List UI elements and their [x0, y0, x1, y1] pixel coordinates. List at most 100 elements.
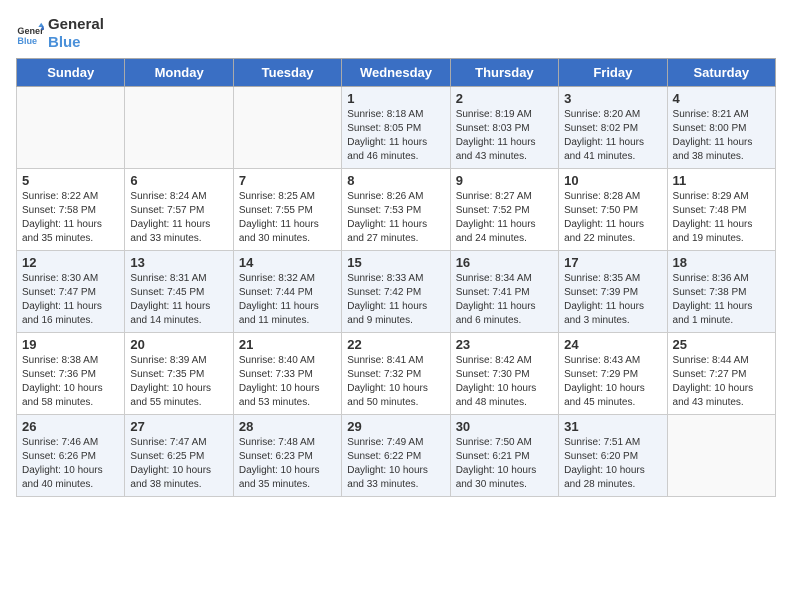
calendar-cell: 13 Sunrise: 8:31 AM Sunset: 7:45 PM Dayli…: [125, 251, 233, 333]
day-info: Sunrise: 8:31 AM Sunset: 7:45 PM Dayligh…: [130, 272, 227, 328]
day-number: 14: [239, 255, 336, 270]
calendar-cell: 23 Sunrise: 8:42 AM Sunset: 7:30 PM Dayli…: [450, 333, 558, 415]
day-number: 25: [673, 337, 770, 352]
day-number: 13: [130, 255, 227, 270]
day-info: Sunrise: 8:21 AM Sunset: 8:00 PM Dayligh…: [673, 108, 770, 164]
calendar-cell: 26 Sunrise: 7:46 AM Sunset: 6:26 PM Dayli…: [17, 415, 125, 497]
day-header-sunday: Sunday: [17, 59, 125, 87]
day-number: 10: [564, 173, 661, 188]
calendar-cell: [667, 415, 775, 497]
day-number: 27: [130, 419, 227, 434]
calendar-cell: 4 Sunrise: 8:21 AM Sunset: 8:00 PM Daylig…: [667, 87, 775, 169]
day-info: Sunrise: 8:22 AM Sunset: 7:58 PM Dayligh…: [22, 190, 119, 246]
day-number: 7: [239, 173, 336, 188]
logo-general: General: [48, 16, 104, 34]
calendar-cell: [125, 87, 233, 169]
day-info: Sunrise: 8:43 AM Sunset: 7:29 PM Dayligh…: [564, 354, 661, 410]
day-number: 4: [673, 91, 770, 106]
day-number: 8: [347, 173, 444, 188]
day-info: Sunrise: 8:18 AM Sunset: 8:05 PM Dayligh…: [347, 108, 444, 164]
day-info: Sunrise: 8:44 AM Sunset: 7:27 PM Dayligh…: [673, 354, 770, 410]
day-number: 2: [456, 91, 553, 106]
day-info: Sunrise: 7:46 AM Sunset: 6:26 PM Dayligh…: [22, 436, 119, 492]
calendar-cell: [17, 87, 125, 169]
calendar-cell: 16 Sunrise: 8:34 AM Sunset: 7:41 PM Dayli…: [450, 251, 558, 333]
day-number: 19: [22, 337, 119, 352]
day-number: 9: [456, 173, 553, 188]
day-info: Sunrise: 8:30 AM Sunset: 7:47 PM Dayligh…: [22, 272, 119, 328]
calendar-cell: 31 Sunrise: 7:51 AM Sunset: 6:20 PM Dayli…: [559, 415, 667, 497]
calendar-cell: 1 Sunrise: 8:18 AM Sunset: 8:05 PM Daylig…: [342, 87, 450, 169]
day-header-wednesday: Wednesday: [342, 59, 450, 87]
day-number: 26: [22, 419, 119, 434]
calendar-cell: 3Sunrise: 8:20 AM Sunset: 8:02 PM Daylig…: [559, 87, 667, 169]
calendar-cell: 27 Sunrise: 7:47 AM Sunset: 6:25 PM Dayli…: [125, 415, 233, 497]
calendar-cell: 14 Sunrise: 8:32 AM Sunset: 7:44 PM Dayli…: [233, 251, 341, 333]
day-number: 28: [239, 419, 336, 434]
day-number: 21: [239, 337, 336, 352]
calendar-table: SundayMondayTuesdayWednesdayThursdayFrid…: [16, 58, 776, 497]
calendar-week-row: 1 Sunrise: 8:18 AM Sunset: 8:05 PM Daylig…: [17, 87, 776, 169]
calendar-cell: 18Sunrise: 8:36 AM Sunset: 7:38 PM Dayli…: [667, 251, 775, 333]
day-info: Sunrise: 8:35 AM Sunset: 7:39 PM Dayligh…: [564, 272, 661, 328]
calendar-header-row: SundayMondayTuesdayWednesdayThursdayFrid…: [17, 59, 776, 87]
day-info: Sunrise: 7:50 AM Sunset: 6:21 PM Dayligh…: [456, 436, 553, 492]
svg-text:General: General: [17, 26, 44, 36]
day-info: Sunrise: 8:19 AM Sunset: 8:03 PM Dayligh…: [456, 108, 553, 164]
day-info: Sunrise: 8:26 AM Sunset: 7:53 PM Dayligh…: [347, 190, 444, 246]
day-info: Sunrise: 8:28 AM Sunset: 7:50 PM Dayligh…: [564, 190, 661, 246]
day-number: 16: [456, 255, 553, 270]
calendar-week-row: 19 Sunrise: 8:38 AM Sunset: 7:36 PM Dayli…: [17, 333, 776, 415]
day-number: 1: [347, 91, 444, 106]
day-info: Sunrise: 8:27 AM Sunset: 7:52 PM Dayligh…: [456, 190, 553, 246]
day-header-saturday: Saturday: [667, 59, 775, 87]
calendar-cell: 6Sunrise: 8:24 AM Sunset: 7:57 PM Daylig…: [125, 169, 233, 251]
day-header-thursday: Thursday: [450, 59, 558, 87]
day-info: Sunrise: 7:47 AM Sunset: 6:25 PM Dayligh…: [130, 436, 227, 492]
calendar-cell: 25 Sunrise: 8:44 AM Sunset: 7:27 PM Dayli…: [667, 333, 775, 415]
day-header-monday: Monday: [125, 59, 233, 87]
calendar-cell: 7Sunrise: 8:25 AM Sunset: 7:55 PM Daylig…: [233, 169, 341, 251]
day-info: Sunrise: 8:40 AM Sunset: 7:33 PM Dayligh…: [239, 354, 336, 410]
day-info: Sunrise: 8:38 AM Sunset: 7:36 PM Dayligh…: [22, 354, 119, 410]
calendar-cell: 19 Sunrise: 8:38 AM Sunset: 7:36 PM Dayli…: [17, 333, 125, 415]
calendar-cell: 8 Sunrise: 8:26 AM Sunset: 7:53 PM Daylig…: [342, 169, 450, 251]
calendar-cell: 21 Sunrise: 8:40 AM Sunset: 7:33 PM Dayli…: [233, 333, 341, 415]
calendar-week-row: 12Sunrise: 8:30 AM Sunset: 7:47 PM Dayli…: [17, 251, 776, 333]
calendar-week-row: 5 Sunrise: 8:22 AM Sunset: 7:58 PM Daylig…: [17, 169, 776, 251]
logo-blue: Blue: [48, 34, 104, 52]
day-number: 29: [347, 419, 444, 434]
day-number: 22: [347, 337, 444, 352]
day-number: 31: [564, 419, 661, 434]
day-info: Sunrise: 8:39 AM Sunset: 7:35 PM Dayligh…: [130, 354, 227, 410]
day-info: Sunrise: 8:42 AM Sunset: 7:30 PM Dayligh…: [456, 354, 553, 410]
day-number: 20: [130, 337, 227, 352]
day-info: Sunrise: 7:51 AM Sunset: 6:20 PM Dayligh…: [564, 436, 661, 492]
day-info: Sunrise: 8:34 AM Sunset: 7:41 PM Dayligh…: [456, 272, 553, 328]
day-info: Sunrise: 7:48 AM Sunset: 6:23 PM Dayligh…: [239, 436, 336, 492]
calendar-cell: 10 Sunrise: 8:28 AM Sunset: 7:50 PM Dayli…: [559, 169, 667, 251]
calendar-cell: 22 Sunrise: 8:41 AM Sunset: 7:32 PM Dayli…: [342, 333, 450, 415]
day-number: 18: [673, 255, 770, 270]
calendar-cell: [233, 87, 341, 169]
day-info: Sunrise: 8:20 AM Sunset: 8:02 PM Dayligh…: [564, 108, 661, 164]
day-header-tuesday: Tuesday: [233, 59, 341, 87]
day-info: Sunrise: 8:24 AM Sunset: 7:57 PM Dayligh…: [130, 190, 227, 246]
day-number: 24: [564, 337, 661, 352]
calendar-cell: 11 Sunrise: 8:29 AM Sunset: 7:48 PM Dayli…: [667, 169, 775, 251]
day-number: 11: [673, 173, 770, 188]
calendar-cell: 24 Sunrise: 8:43 AM Sunset: 7:29 PM Dayli…: [559, 333, 667, 415]
day-number: 5: [22, 173, 119, 188]
calendar-cell: 20 Sunrise: 8:39 AM Sunset: 7:35 PM Dayli…: [125, 333, 233, 415]
day-info: Sunrise: 8:29 AM Sunset: 7:48 PM Dayligh…: [673, 190, 770, 246]
calendar-cell: 29Sunrise: 7:49 AM Sunset: 6:22 PM Dayli…: [342, 415, 450, 497]
day-number: 17: [564, 255, 661, 270]
calendar-week-row: 26 Sunrise: 7:46 AM Sunset: 6:26 PM Dayli…: [17, 415, 776, 497]
day-info: Sunrise: 8:41 AM Sunset: 7:32 PM Dayligh…: [347, 354, 444, 410]
logo-icon: General Blue: [16, 20, 44, 48]
day-number: 23: [456, 337, 553, 352]
calendar-cell: 12Sunrise: 8:30 AM Sunset: 7:47 PM Dayli…: [17, 251, 125, 333]
day-header-friday: Friday: [559, 59, 667, 87]
day-info: Sunrise: 8:32 AM Sunset: 7:44 PM Dayligh…: [239, 272, 336, 328]
day-info: Sunrise: 8:33 AM Sunset: 7:42 PM Dayligh…: [347, 272, 444, 328]
